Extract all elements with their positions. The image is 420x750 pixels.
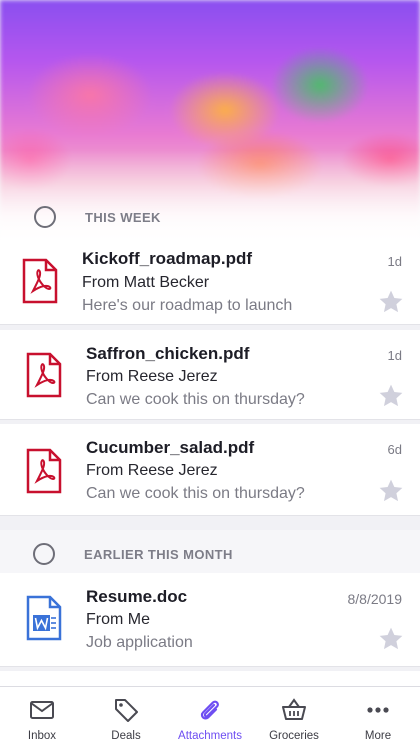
basket-icon (282, 698, 306, 720)
attachment-date: 1d (387, 254, 402, 269)
tab-label: More (364, 730, 392, 742)
section-select-radio[interactable] (33, 543, 55, 565)
paperclip-icon (200, 700, 219, 720)
tab-deals[interactable]: Deals (84, 687, 168, 750)
attachment-sender: From Matt Becker (82, 274, 210, 291)
attachment-filename: Kickoff_roadmap.pdf (82, 249, 253, 268)
attachment-row[interactable]: Resume.doc From Me Job application 8/8/2… (0, 573, 420, 667)
pdf-file-icon (22, 258, 58, 304)
attachment-row[interactable]: Kickoff_roadmap.pdf From Matt Becker Her… (0, 241, 420, 325)
attachment-filename: Saffron_chicken.pdf (86, 344, 250, 363)
section-header-this-week: THIS WEEK (0, 193, 420, 241)
section-title: EARLIER THIS MONTH (84, 546, 233, 562)
attachment-sender: From Me (86, 611, 150, 628)
star-icon[interactable] (378, 289, 404, 315)
attachment-snippet: Can we cook this on thursday? (86, 485, 305, 502)
pdf-file-icon (26, 352, 62, 398)
attachment-date: 6d (387, 442, 402, 457)
tab-attachments[interactable]: Attachments (168, 687, 252, 750)
section-header-earlier-this-month: EARLIER THIS MONTH (0, 530, 420, 578)
attachment-row[interactable]: Saffron_chicken.pdf From Reese Jerez Can… (0, 330, 420, 420)
attachment-filename: Resume.doc (86, 587, 188, 606)
tab-groceries[interactable]: Groceries (252, 687, 336, 750)
tab-label: Groceries (269, 730, 319, 742)
word-doc-file-icon (26, 595, 62, 641)
tab-more[interactable]: More (336, 687, 420, 750)
star-icon[interactable] (378, 478, 404, 504)
attachment-filename: Cucumber_salad.pdf (86, 438, 255, 457)
attachment-snippet: Here's our roadmap to launch (82, 297, 293, 314)
star-icon[interactable] (378, 383, 404, 409)
bottom-tab-bar: Inbox Deals Attachments Groceries More (0, 686, 420, 750)
more-icon (367, 707, 389, 713)
star-icon[interactable] (378, 626, 404, 652)
attachment-date: 1d (387, 348, 402, 363)
tab-inbox[interactable]: Inbox (0, 687, 84, 750)
attachment-snippet: Can we cook this on thursday? (86, 391, 305, 408)
attachment-sender: From Reese Jerez (86, 368, 218, 385)
tag-icon (115, 699, 138, 722)
section-select-radio[interactable] (34, 206, 56, 228)
tab-label: Attachments (178, 730, 242, 742)
attachment-date: 8/8/2019 (347, 591, 403, 607)
attachment-snippet: Job application (86, 634, 193, 651)
attachment-row[interactable]: Cucumber_salad.pdf From Reese Jerez Can … (0, 424, 420, 516)
tab-label: Inbox (27, 730, 57, 742)
pdf-file-icon (26, 448, 62, 494)
attachment-sender: From Reese Jerez (86, 462, 218, 479)
section-title: THIS WEEK (85, 209, 161, 225)
inbox-icon (30, 701, 54, 719)
tab-label: Deals (111, 730, 141, 742)
